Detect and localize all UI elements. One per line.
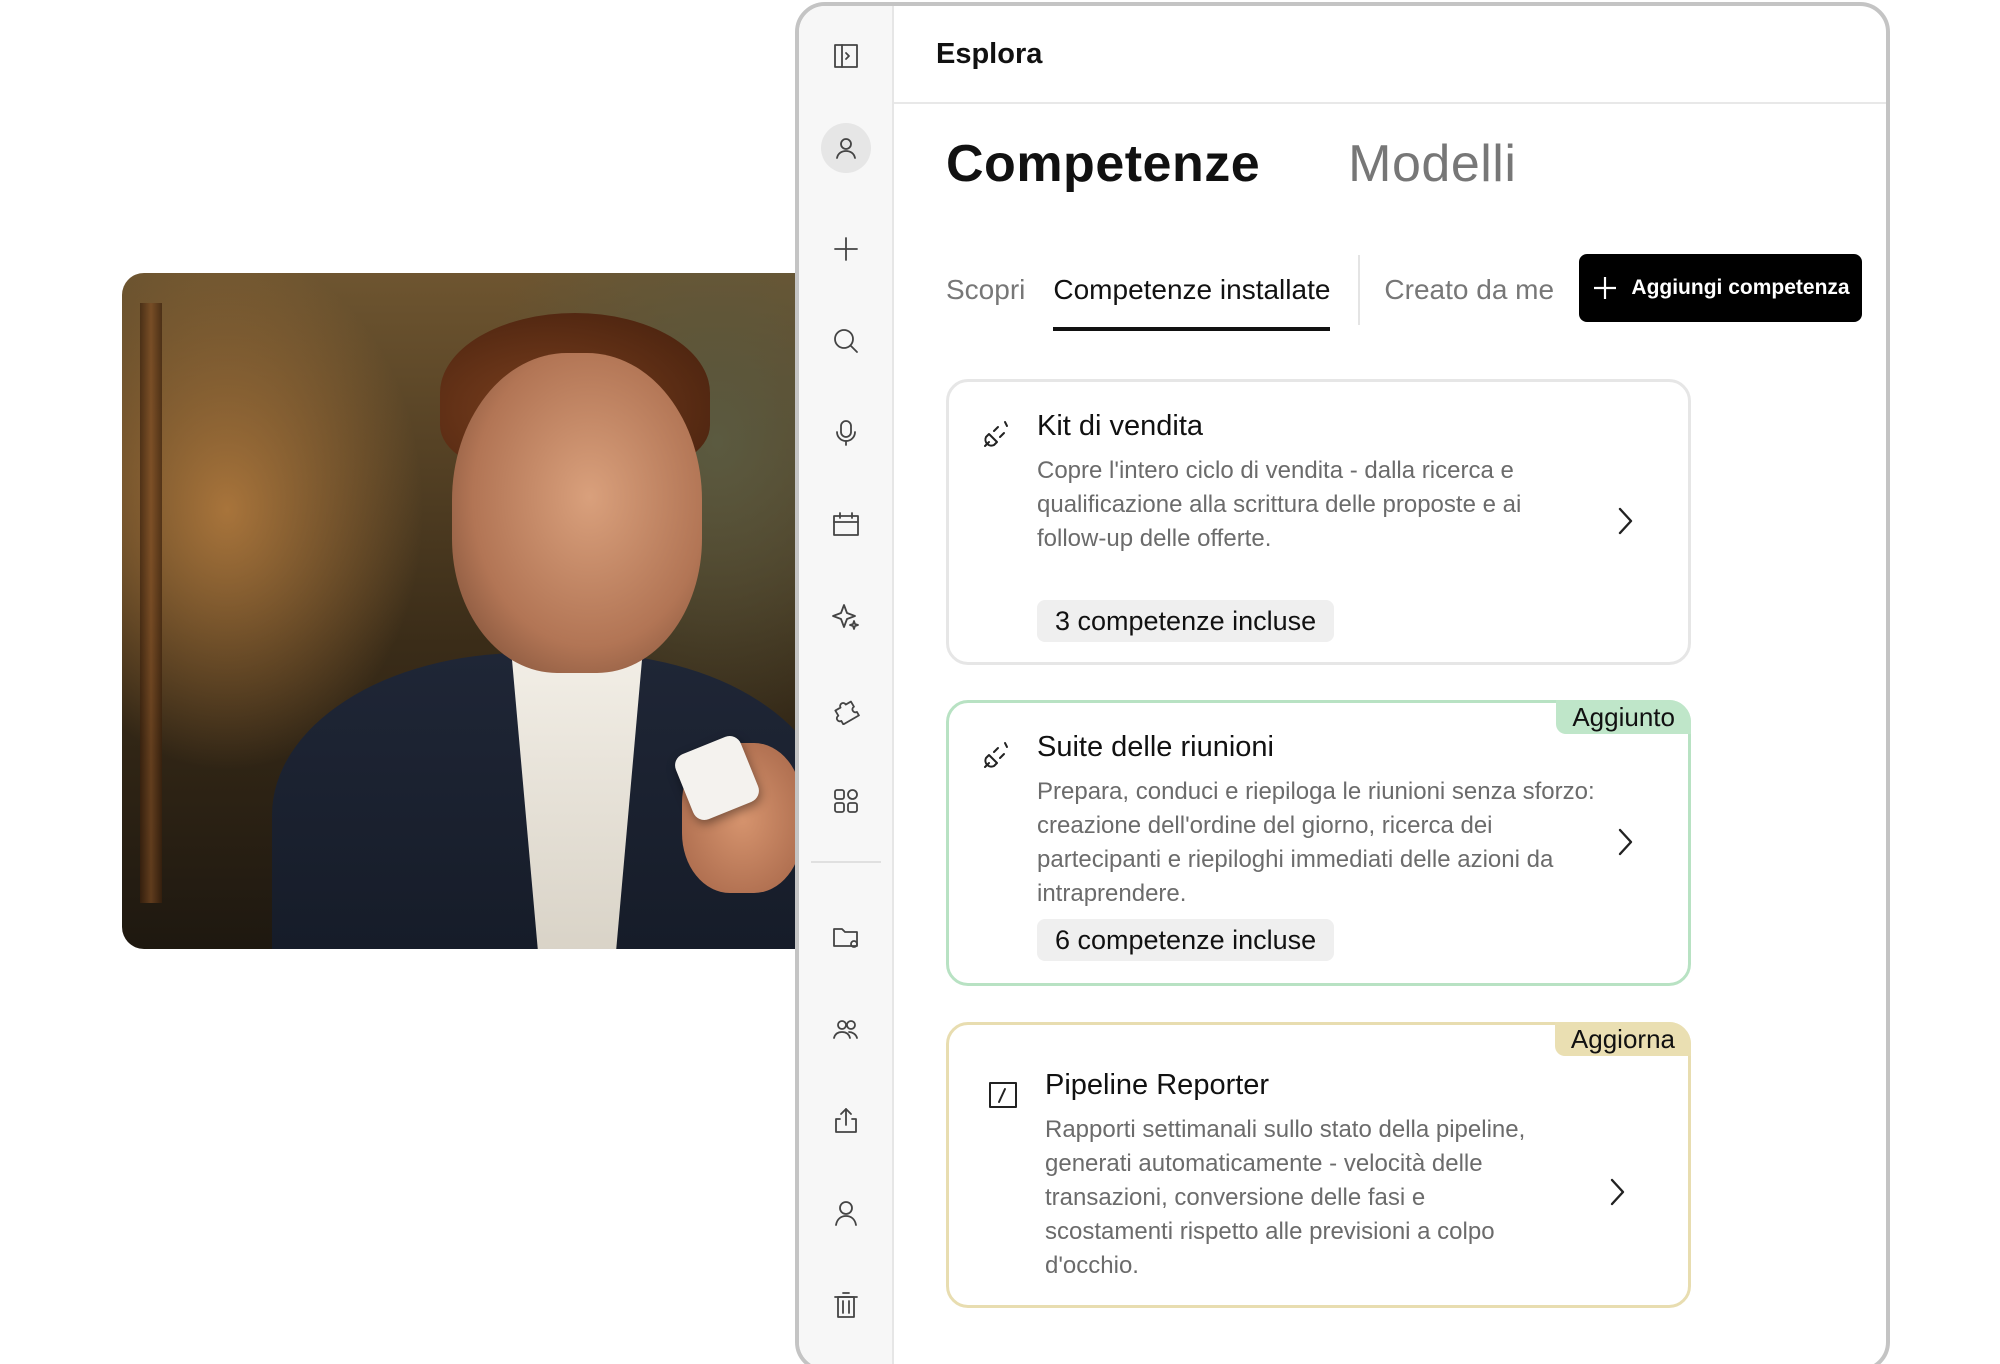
card-title: Kit di vendita <box>1037 410 1204 442</box>
subtab-installed[interactable]: Competenze installate <box>1053 256 1331 331</box>
chevron-right-icon[interactable] <box>1612 825 1638 859</box>
status-badge: Aggiorna <box>1554 1022 1691 1056</box>
main-panel: Esplora Competenze Modelli Scopri Compet… <box>894 6 1886 1364</box>
microphone-icon[interactable] <box>821 408 871 458</box>
stage: Esplora Competenze Modelli Scopri Compet… <box>0 0 2000 1364</box>
photo-figure-head <box>452 353 702 673</box>
hero-photo <box>122 273 822 949</box>
tab-modelli[interactable]: Modelli <box>1348 134 1516 194</box>
user-icon[interactable] <box>821 1188 871 1238</box>
add-skill-button[interactable]: Aggiungi competenza <box>1579 254 1862 322</box>
sparkle-icon[interactable] <box>821 592 871 642</box>
calendar-icon[interactable] <box>821 500 871 550</box>
photo-lamp <box>140 303 162 903</box>
profile-icon[interactable] <box>821 123 871 173</box>
subtab-created-by-me[interactable]: Creato da me <box>1384 256 1554 331</box>
sidebar <box>799 6 894 1364</box>
trash-icon[interactable] <box>821 1280 871 1330</box>
card-description: Prepara, conduci e riepiloga le riunioni… <box>1037 778 1595 907</box>
card-title: Pipeline Reporter <box>1045 1069 1270 1101</box>
people-icon[interactable] <box>821 1004 871 1054</box>
folder-settings-icon[interactable] <box>821 912 871 962</box>
subtab-separator <box>1358 254 1361 325</box>
sidebar-toggle-icon[interactable] <box>821 31 871 81</box>
card-description: Rapporti settimanali sullo stato della p… <box>1045 1116 1526 1279</box>
topbar: Esplora <box>894 6 1886 104</box>
skill-card-sales-kit[interactable]: Kit di vendita Copre l'intero ciclo di v… <box>946 379 1691 665</box>
sidebar-divider <box>811 861 881 863</box>
share-icon[interactable] <box>821 1096 871 1146</box>
chevron-right-icon[interactable] <box>1612 504 1638 538</box>
add-skill-label: Aggiungi competenza <box>1631 276 1850 299</box>
tab-competenze[interactable]: Competenze <box>946 134 1260 194</box>
window-title: Esplora <box>936 37 1043 70</box>
plus-icon[interactable] <box>821 224 871 274</box>
skill-card-meeting-suite[interactable]: Aggiunto Suite delle riunioni Prepara, c… <box>946 700 1691 986</box>
apps-grid-icon[interactable] <box>821 776 871 826</box>
slash-box-icon <box>985 1077 1021 1113</box>
subtab-scopri[interactable]: Scopri <box>946 256 1025 331</box>
included-skills-count: 3 competenze incluse <box>1037 600 1335 642</box>
puzzle-icon[interactable] <box>821 684 871 734</box>
card-title: Suite delle riunioni <box>1037 731 1274 763</box>
plug-icon <box>977 418 1013 454</box>
plus-icon <box>1594 277 1617 299</box>
app-window: Esplora Competenze Modelli Scopri Compet… <box>795 2 1890 1364</box>
main-tabs: Competenze Modelli <box>946 134 1516 194</box>
chevron-right-icon[interactable] <box>1604 1175 1630 1209</box>
search-icon[interactable] <box>821 316 871 366</box>
skill-card-pipeline-reporter[interactable]: Aggiorna Pipeline Reporter Rapporti sett… <box>946 1022 1691 1308</box>
included-skills-count: 6 competenze incluse <box>1037 919 1335 961</box>
sub-tabs: Scopri Competenze installate Creato da m… <box>946 254 1582 331</box>
status-badge: Aggiunto <box>1556 700 1691 734</box>
plug-icon <box>977 739 1013 775</box>
card-description: Copre l'intero ciclo di vendita - dalla … <box>1037 457 1522 552</box>
